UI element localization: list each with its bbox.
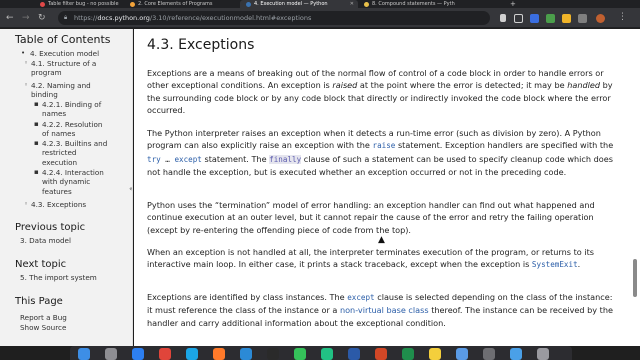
terminal-icon[interactable] [267, 348, 279, 360]
word-icon[interactable] [348, 348, 360, 360]
bullet-icon: ▪ [34, 100, 39, 108]
raise-link[interactable]: raise [373, 141, 396, 150]
tab-favicon-icon [130, 1, 135, 7]
forward-arrow-icon[interactable]: → [22, 12, 30, 24]
next-topic-heading: Next topic [15, 259, 67, 270]
trash-icon[interactable] [537, 348, 549, 360]
tab-strip: Table filter bug - no possible 2. Core E… [0, 0, 640, 8]
toc-link-structure[interactable]: 4.1. Structure of a program [31, 59, 101, 78]
scrollbar-thumb[interactable] [633, 259, 637, 297]
toc-link-dynamic-features[interactable]: 4.2.4. Interaction with dynamic features [42, 168, 114, 196]
extension-icon-3[interactable] [562, 14, 571, 23]
preview-icon[interactable] [456, 348, 468, 360]
extension-icon-2[interactable] [546, 14, 555, 23]
notes-icon[interactable] [429, 348, 441, 360]
settings-icon[interactable] [105, 348, 117, 360]
non-virtual-base-class-link[interactable]: non-virtual base class [340, 305, 429, 315]
toc-link-exceptions[interactable]: 4.3. Exceptions [31, 200, 86, 209]
page-title: 4.3. Exceptions [147, 37, 255, 53]
reload-icon[interactable]: ↻ [38, 12, 46, 24]
paragraph-2: The Python interpreter raises an excepti… [147, 128, 614, 178]
bullet-icon: ◦ [24, 59, 29, 67]
browser-tab-1[interactable]: Table filter bug - no possible [40, 0, 126, 8]
report-bug-link[interactable]: Report a Bug [20, 313, 67, 322]
puzzle-extensions-icon[interactable] [578, 14, 587, 23]
bullet-icon: ◦ [24, 200, 29, 208]
tab-title: 4. Execution model — Python [254, 1, 328, 7]
vscode-icon[interactable] [240, 348, 252, 360]
address-bar-row: ← → ↻ 🔒︎ https://docs.python.org/3.10/re… [0, 8, 640, 28]
bullet-icon: ▪ [34, 168, 39, 176]
lock-icon: 🔒︎ [64, 14, 68, 21]
collapse-sidebar-icon[interactable]: « [129, 184, 132, 193]
try-link[interactable]: try [147, 155, 161, 164]
calculator-icon[interactable] [483, 348, 495, 360]
toc-link-execution-model[interactable]: 4. Execution model [30, 49, 99, 58]
skype-icon[interactable] [186, 348, 198, 360]
tab-title: 8. Compound statements — Pyth [372, 1, 455, 7]
toc-link-binding-of-names[interactable]: 4.2.1. Binding of names [42, 100, 110, 119]
tab-title: Table filter bug - no possible [48, 1, 119, 7]
paragraph-1: Exceptions are a means of breaking out o… [147, 68, 613, 116]
paragraph-4: When an exception is not handled at all,… [147, 247, 594, 270]
systemexit-link[interactable]: SystemExit [532, 260, 578, 269]
new-tab-icon[interactable]: + [510, 0, 516, 8]
toc-heading: Table of Contents [15, 33, 111, 46]
bookmark-star-icon[interactable] [514, 14, 523, 23]
browser-tab-3-active[interactable]: 4. Execution model — Python ✕ [240, 0, 358, 8]
whatsapp-icon[interactable] [294, 348, 306, 360]
share-icon[interactable] [500, 14, 506, 22]
url-prefix: https:// [74, 14, 98, 22]
paragraph-5: Exceptions are identified by class insta… [147, 292, 614, 328]
mouse-cursor-icon: ▲ [378, 235, 385, 245]
tab-favicon-icon [40, 1, 45, 7]
show-source-link[interactable]: Show Source [20, 323, 66, 332]
excel-icon[interactable] [402, 348, 414, 360]
url-host: docs.python.org [97, 14, 150, 22]
bullet-icon: ◦ [24, 81, 29, 89]
python-favicon-icon [246, 1, 251, 7]
browser-tab-4[interactable]: 8. Compound statements — Pyth [364, 0, 502, 8]
paragraph-3: Python uses the “termination” model of e… [147, 200, 595, 235]
browser-tab-2[interactable]: 2. Core Elements of Programs [130, 0, 242, 8]
sidebar: Table of Contents • 4. Execution model ◦… [0, 29, 133, 346]
extension-icon[interactable] [530, 14, 539, 23]
back-arrow-icon[interactable]: ← [6, 12, 14, 24]
avatar[interactable] [596, 14, 605, 23]
previous-topic-link[interactable]: 3. Data model [20, 236, 71, 245]
pycharm-icon[interactable] [321, 348, 333, 360]
firefox-icon[interactable] [213, 348, 225, 360]
bullet-icon: ▪ [34, 120, 39, 128]
app-store-icon[interactable] [132, 348, 144, 360]
bullet-icon: ▪ [34, 139, 39, 147]
chrome-icon[interactable] [159, 348, 171, 360]
main-content: 4.3. Exceptions Exceptions are a means o… [134, 29, 640, 346]
finally-link[interactable]: finally [269, 154, 302, 164]
url-path: /3.10/reference/executionmodel.html#exce… [149, 14, 312, 22]
powerpoint-icon[interactable] [375, 348, 387, 360]
tab-favicon-icon [364, 1, 369, 7]
next-topic-link[interactable]: 5. The import system [20, 273, 97, 282]
bullet-icon: • [21, 49, 26, 57]
folder-icon[interactable] [510, 348, 522, 360]
toc-link-resolution[interactable]: 4.2.2. Resolution of names [42, 120, 110, 139]
except-clause-link[interactable]: except [347, 293, 374, 302]
tab-title: 2. Core Elements of Programs [138, 1, 213, 7]
toc-link-builtins[interactable]: 4.2.3. Builtins and restricted execution [42, 139, 112, 167]
url-input[interactable]: 🔒︎ https://docs.python.org/3.10/referenc… [58, 11, 490, 25]
except-link[interactable]: except [174, 155, 201, 164]
more-menu-icon[interactable]: ⋮ [618, 11, 627, 23]
toc-link-naming-binding[interactable]: 4.2. Naming and binding [31, 81, 101, 100]
previous-topic-heading: Previous topic [15, 222, 86, 233]
finder-icon[interactable] [78, 348, 90, 360]
tab-close-icon[interactable]: ✕ [350, 1, 354, 7]
this-page-heading: This Page [15, 296, 63, 307]
dock [70, 346, 572, 360]
